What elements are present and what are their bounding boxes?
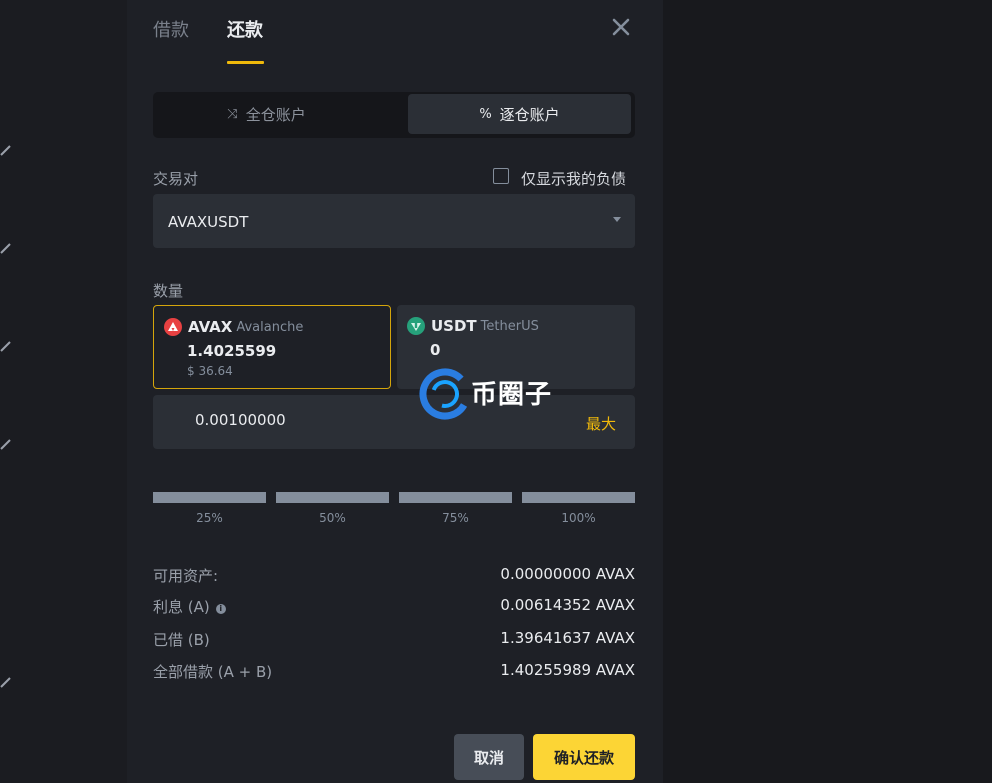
asset-card-avax[interactable]: AVAX Avalanche 1.4025599 $ 36.64 (153, 305, 391, 389)
pair-label: 交易对 (153, 170, 199, 188)
info-label: 利息 (A) (153, 598, 210, 616)
percent-label[interactable]: 25% (153, 511, 266, 525)
pencil-icon[interactable] (0, 144, 12, 156)
avax-logo-icon (164, 318, 182, 336)
percent-bar-100[interactable] (522, 492, 635, 503)
cancel-button[interactable]: 取消 (454, 734, 524, 780)
asset-amount: 1.4025599 (187, 342, 277, 360)
percent-label[interactable]: 100% (522, 511, 635, 525)
info-label: 全部借款 (A + B) (153, 663, 273, 681)
asset-symbol: AVAX (188, 318, 233, 336)
confirm-repay-button[interactable]: 确认还款 (533, 734, 635, 780)
pencil-icon[interactable] (0, 438, 12, 450)
interest-row: 利息 (A) i 0.00614352 AVAX (153, 596, 635, 616)
info-icon[interactable]: i (215, 604, 226, 614)
tab-repay[interactable]: 还款 (227, 16, 263, 42)
info-value: 1.40255989 AVAX (500, 661, 635, 679)
percent-bar-50[interactable] (276, 492, 389, 503)
percent-bar-75[interactable] (399, 492, 512, 503)
only-my-debt-checkbox[interactable] (493, 168, 509, 184)
asset-symbol: USDT (431, 317, 477, 335)
cross-margin-icon: ⤨ (227, 106, 238, 122)
caret-down-icon (613, 217, 621, 222)
quantity-label: 数量 (153, 282, 184, 300)
asset-name: TetherUS (480, 318, 539, 334)
cross-account-option[interactable]: ⤨ 全仓账户 (155, 94, 378, 134)
tab-borrow[interactable]: 借款 (153, 16, 189, 42)
info-label: 已借 (B) (153, 631, 210, 649)
active-tab-indicator (227, 61, 264, 64)
account-type-switch: ⤨ 全仓账户 % 逐仓账户 (153, 92, 635, 138)
background-left (0, 0, 127, 783)
isolated-account-option[interactable]: % 逐仓账户 (408, 94, 631, 134)
pair-select-value: AVAXUSDT (168, 213, 249, 231)
max-button[interactable]: 最大 (586, 413, 616, 434)
borrowed-row: 已借 (B) 1.39641637 AVAX (153, 629, 635, 649)
background-right (663, 0, 992, 783)
asset-usd-value: $ 36.64 (187, 364, 233, 378)
watermark-text: 币圈子 (471, 380, 553, 410)
isolated-account-label: 逐仓账户 (499, 105, 560, 124)
close-icon[interactable] (610, 16, 632, 38)
pair-select[interactable]: AVAXUSDT (153, 194, 635, 248)
percent-bar-25[interactable] (153, 492, 266, 503)
repay-modal: 借款 还款 ⤨ 全仓账户 % 逐仓账户 交易对 仅显示我的负债 AVAXUSDT… (127, 0, 663, 783)
percent-label[interactable]: 75% (399, 511, 512, 525)
pencil-icon[interactable] (0, 676, 12, 688)
watermark: 币圈子 (419, 360, 569, 424)
info-value: 1.39641637 AVAX (500, 629, 635, 647)
usdt-logo-icon (407, 317, 425, 335)
cross-account-label: 全仓账户 (245, 105, 306, 124)
total-borrowed-row: 全部借款 (A + B) 1.40255989 AVAX (153, 661, 635, 681)
only-my-debt-label[interactable]: 仅显示我的负债 (521, 168, 626, 189)
pencil-icon[interactable] (0, 340, 12, 352)
info-label: 可用资产: (153, 567, 219, 585)
asset-name: Avalanche (236, 319, 304, 335)
info-value: 0.00000000 AVAX (500, 565, 635, 583)
info-value: 0.00614352 AVAX (500, 596, 635, 614)
percent-label[interactable]: 50% (276, 511, 389, 525)
asset-amount: 0 (430, 341, 441, 359)
pencil-icon[interactable] (0, 242, 12, 254)
watermark-logo-icon (419, 368, 471, 420)
percent-icon: % (479, 106, 492, 122)
available-assets-row: 可用资产: 0.00000000 AVAX (153, 565, 635, 585)
